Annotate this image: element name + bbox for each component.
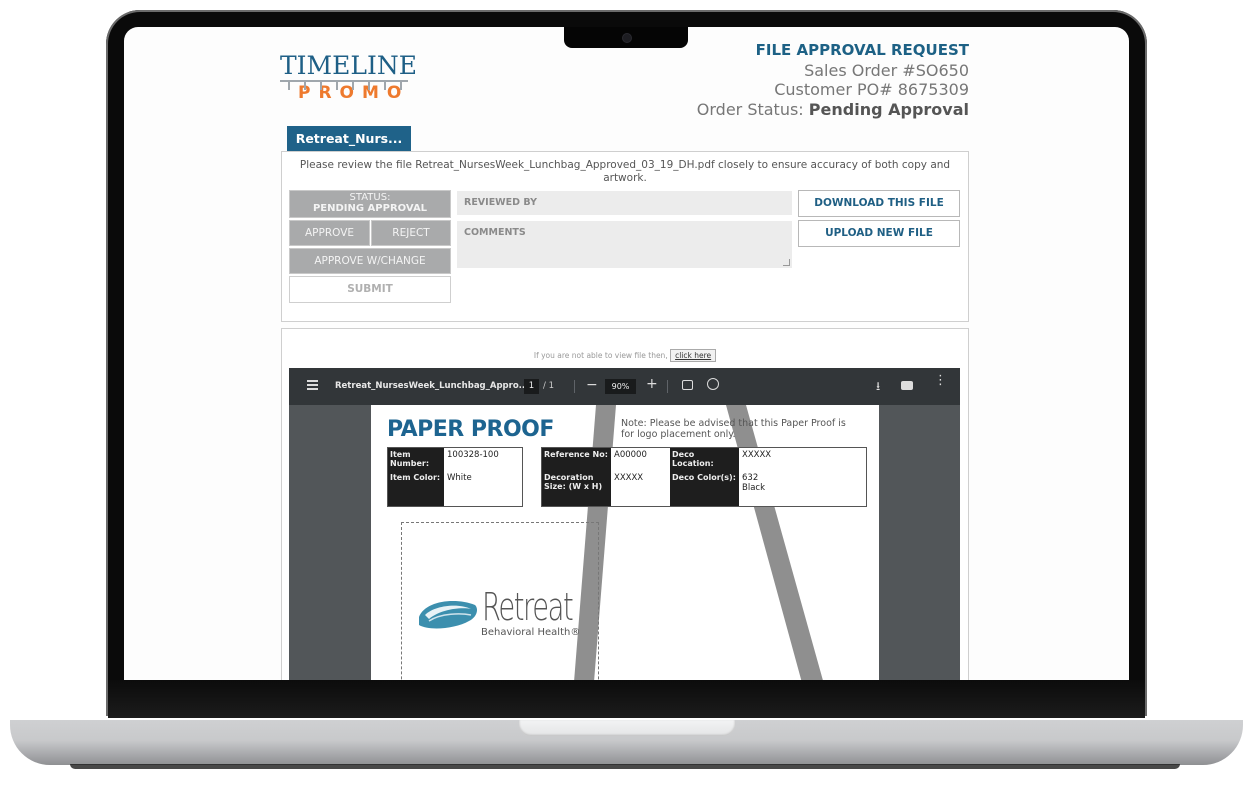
reference-value: A00000 bbox=[614, 450, 647, 460]
order-status-label: Order Status: bbox=[696, 100, 804, 119]
comments-placeholder: COMMENTS bbox=[464, 227, 526, 238]
click-here-link[interactable]: click here bbox=[670, 349, 717, 362]
zoom-out-button[interactable]: − bbox=[586, 377, 598, 393]
comments-textarea[interactable]: COMMENTS bbox=[457, 221, 792, 268]
toolbar-divider bbox=[574, 380, 575, 393]
reference-label: Reference No: bbox=[544, 450, 608, 459]
fallback-message: If you are not able to view file then, c… bbox=[282, 349, 968, 362]
status-value: PENDING APPROVAL bbox=[312, 203, 428, 214]
deco-colors-value-1: 632 bbox=[742, 473, 759, 483]
order-status-value: Pending Approval bbox=[808, 100, 969, 119]
retreat-swoosh-icon bbox=[419, 601, 477, 629]
customer-po: Customer PO# 8675309 bbox=[774, 80, 969, 99]
retreat-brand-sub: Behavioral Health® bbox=[481, 627, 581, 638]
pdf-viewer: Retreat_NursesWeek_Lunchbag_Appro... 1 /… bbox=[289, 368, 960, 680]
submit-button[interactable]: SUBMIT bbox=[289, 276, 451, 303]
sales-order: Sales Order #SO650 bbox=[804, 61, 969, 80]
laptop-open-notch bbox=[519, 720, 735, 736]
reject-button[interactable]: REJECT bbox=[371, 220, 451, 246]
menu-icon[interactable] bbox=[307, 380, 318, 390]
laptop-chin bbox=[108, 680, 1145, 718]
laptop-screen: TIMELINE PROMO FILE APPROVAL REQUEST Sal… bbox=[124, 27, 1129, 680]
logo-text-top: TIMELINE bbox=[280, 51, 417, 80]
item-number-label: Item Number: bbox=[390, 450, 430, 468]
deco-colors-label: Deco Color(s): bbox=[672, 473, 736, 482]
review-instructions: Please review the file Retreat_NursesWee… bbox=[299, 159, 951, 184]
resize-handle[interactable] bbox=[783, 259, 790, 266]
retreat-brand-name: Retreat bbox=[482, 585, 574, 629]
fit-page-icon[interactable] bbox=[682, 380, 693, 390]
request-title: FILE APPROVAL REQUEST bbox=[755, 41, 969, 59]
more-options-icon[interactable]: ⋮ bbox=[934, 374, 947, 387]
paper-proof-title: PAPER PROOF bbox=[387, 417, 554, 442]
approve-button[interactable]: APPROVE bbox=[289, 220, 370, 246]
rotate-icon[interactable] bbox=[707, 378, 719, 390]
pdf-file-name: Retreat_NursesWeek_Lunchbag_Appro... bbox=[335, 381, 529, 391]
zoom-level-input[interactable]: 90% bbox=[605, 379, 636, 394]
download-file-button[interactable]: DOWNLOAD THIS FILE bbox=[798, 190, 960, 217]
timeline-promo-logo: TIMELINE PROMO bbox=[280, 51, 417, 108]
camera-icon bbox=[622, 33, 632, 43]
deco-size-value: XXXXX bbox=[614, 473, 644, 483]
order-status: Order Status: Pending Approval bbox=[697, 100, 969, 119]
file-tab[interactable]: Retreat_Nurs... bbox=[287, 126, 411, 152]
logo-timeline-rule bbox=[280, 80, 408, 92]
page-total: / 1 bbox=[543, 381, 554, 391]
deco-location-value: XXXXX bbox=[742, 450, 772, 460]
item-number-value: 100328-100 bbox=[447, 450, 499, 460]
retreat-logo: Retreat Behavioral Health® bbox=[415, 585, 585, 645]
fallback-text: If you are not able to view file then, bbox=[533, 351, 668, 360]
upload-new-file-button[interactable]: UPLOAD NEW FILE bbox=[798, 220, 960, 247]
laptop-shadow bbox=[70, 764, 1180, 769]
item-info-table: Item Number: Item Color: 100328-100 Whit… bbox=[387, 447, 523, 507]
deco-location-label: Deco Location: bbox=[672, 450, 714, 468]
approve-with-change-button[interactable]: APPROVE W/CHANGE bbox=[289, 248, 451, 274]
page-number-input[interactable]: 1 bbox=[524, 379, 539, 394]
deco-size-label: Decoration Size: (W x H) bbox=[544, 473, 603, 491]
reviewed-by-input[interactable]: REVIEWED BY bbox=[457, 191, 792, 215]
decoration-info-table: Reference No: Decoration Size: (W x H) A… bbox=[541, 447, 867, 507]
pdf-toolbar: Retreat_NursesWeek_Lunchbag_Appro... 1 /… bbox=[289, 368, 960, 405]
toolbar-divider bbox=[667, 380, 668, 393]
status-badge: STATUS: PENDING APPROVAL bbox=[289, 190, 451, 218]
item-color-label: Item Color: bbox=[390, 473, 441, 482]
pdf-page: PAPER PROOF Note: Please be advised that… bbox=[371, 405, 879, 680]
zoom-in-button[interactable]: + bbox=[646, 376, 658, 392]
file-viewer: If you are not able to view file then, c… bbox=[281, 328, 969, 680]
camera-notch bbox=[564, 27, 688, 48]
print-icon[interactable] bbox=[901, 381, 913, 390]
download-icon[interactable]: ⭳ bbox=[876, 377, 880, 398]
paper-proof-note: Note: Please be advised that this Paper … bbox=[621, 418, 846, 440]
review-panel: Please review the file Retreat_NursesWee… bbox=[281, 151, 969, 322]
deco-colors-value-2: Black bbox=[742, 483, 765, 493]
status-label: STATUS: bbox=[349, 192, 391, 203]
item-color-value: White bbox=[447, 473, 472, 483]
